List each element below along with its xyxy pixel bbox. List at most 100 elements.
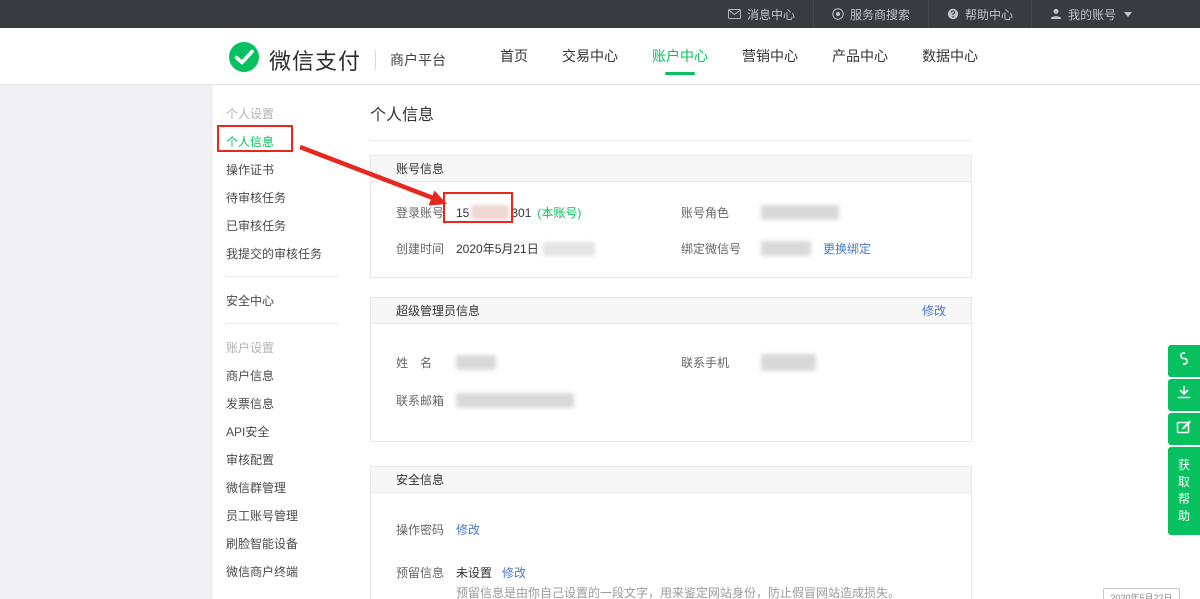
nav-home[interactable]: 首页: [500, 28, 528, 84]
topbar-item-label: 消息中心: [747, 6, 795, 23]
created-time-value: 2020年5月21日: [456, 240, 595, 257]
sidebar-item-staff-account-mgmt[interactable]: 员工账号管理: [226, 501, 345, 529]
account-info-panel: 账号信息 登录账号 15 301 (本账号) 账号角色: [370, 155, 972, 278]
panel-title: 安全信息: [396, 471, 444, 488]
sidebar-item-reviewed-tasks[interactable]: 已审核任务: [226, 211, 345, 239]
main-content: 个人信息 账号信息 登录账号 15 301 (本账号) 账号角色: [370, 85, 972, 599]
redacted-wechat-id: [761, 241, 811, 256]
utility-topbar: 消息中心 服务商搜索 帮助中心 我的账号: [0, 0, 1200, 28]
feedback-icon: [1175, 418, 1193, 441]
link-icon: [1175, 350, 1193, 373]
quick-link-button[interactable]: [1168, 345, 1200, 377]
login-account-row: 登录账号 15 301 (本账号) 账号角色: [396, 204, 946, 221]
topbar-item-label: 帮助中心: [965, 6, 1013, 23]
platform-name: 商户平台: [390, 50, 446, 70]
get-help-label: 获取帮助: [1178, 457, 1190, 525]
sidebar-item-security-center[interactable]: 安全中心: [226, 286, 345, 314]
chevron-down-icon: [1124, 12, 1132, 17]
contact-email-row: 联系邮箱: [396, 392, 946, 409]
panel-title: 账号信息: [396, 160, 444, 177]
nav-account-center[interactable]: 账户中心: [652, 28, 708, 84]
reserved-info-row: 预留信息 未设置 修改: [396, 564, 946, 581]
account-role-field: 账号角色: [681, 204, 839, 221]
search-circle-icon: [832, 8, 844, 20]
operation-password-row: 操作密码 修改: [396, 521, 946, 538]
sidebar-item-wechat-group-mgmt[interactable]: 微信群管理: [226, 473, 345, 501]
current-account-note: (本账号): [537, 204, 581, 221]
sidebar-item-invoice-info[interactable]: 发票信息: [226, 389, 345, 417]
feedback-button[interactable]: [1168, 413, 1200, 445]
login-prefix: 15: [456, 206, 469, 220]
redacted-created-suffix: [543, 242, 595, 256]
field-label: 预留信息: [396, 564, 456, 581]
change-password-link[interactable]: 修改: [456, 521, 480, 538]
admin-name-row: 姓 名 联系手机: [396, 354, 946, 371]
service-provider-search-link[interactable]: 服务商搜索: [813, 0, 928, 28]
field-label: 联系手机: [681, 354, 761, 371]
sidebar-item-pending-review-tasks[interactable]: 待审核任务: [226, 183, 345, 211]
left-gutter: [0, 85, 213, 599]
sidebar-item-face-smart-device[interactable]: 刷脸智能设备: [226, 529, 345, 557]
sidebar-divider: [226, 276, 338, 277]
brand: 微信支付 商户平台: [228, 41, 446, 78]
help-icon: [947, 8, 959, 20]
topbar-item-label: 服务商搜索: [850, 6, 910, 23]
brand-divider: [375, 50, 376, 70]
sidebar-item-review-config[interactable]: 审核配置: [226, 445, 345, 473]
account-info-panel-header: 账号信息: [371, 156, 971, 182]
redacted-login-middle: [471, 205, 509, 220]
wechat-pay-logo-icon: [228, 41, 260, 78]
field-label: 联系邮箱: [396, 392, 456, 409]
redacted-account-role: [761, 205, 839, 220]
message-center-link[interactable]: 消息中心: [710, 0, 813, 28]
partial-date-tooltip: 2020年5月22日: [1103, 588, 1180, 599]
redacted-contact-phone: [761, 354, 816, 371]
nav-transaction-center[interactable]: 交易中心: [562, 28, 618, 84]
mail-icon: [728, 9, 741, 19]
get-help-button[interactable]: 获取帮助: [1168, 447, 1200, 535]
download-button[interactable]: [1168, 379, 1200, 411]
sidebar-item-merchant-info[interactable]: 商户信息: [226, 361, 345, 389]
security-info-panel: 安全信息 操作密码 修改 预留信息 未设置 修改 预留信息是由你自己设置的一段文…: [370, 466, 972, 599]
edit-admin-link[interactable]: 修改: [922, 302, 946, 319]
created-time-row: 创建时间 2020年5月21日 绑定微信号 更换绑定: [396, 240, 946, 257]
topbar-item-label: 我的账号: [1068, 6, 1116, 23]
user-icon: [1050, 8, 1062, 20]
contact-phone-field: 联系手机: [681, 354, 816, 371]
my-account-menu[interactable]: 我的账号: [1031, 0, 1150, 28]
sidebar-item-personal-info[interactable]: 个人信息: [226, 127, 345, 155]
field-label: 账号角色: [681, 204, 761, 221]
help-center-link[interactable]: 帮助中心: [928, 0, 1031, 28]
page-title: 个人信息: [370, 85, 972, 125]
change-binding-link[interactable]: 更换绑定: [823, 240, 871, 257]
security-info-panel-header: 安全信息: [371, 467, 971, 493]
field-label: 登录账号: [396, 204, 456, 221]
redacted-admin-name: [456, 355, 496, 370]
sidebar-item-wechat-merchant-terminal[interactable]: 微信商户终端: [226, 557, 345, 585]
sidebar-divider: [226, 323, 338, 324]
title-divider: [370, 140, 972, 141]
nav-data-center[interactable]: 数据中心: [922, 28, 978, 84]
floating-help-widget: 获取帮助: [1168, 345, 1200, 535]
download-icon: [1175, 384, 1193, 407]
nav-product-center[interactable]: 产品中心: [832, 28, 888, 84]
field-label: 绑定微信号: [681, 240, 761, 257]
sidebar: 个人设置 个人信息 操作证书 待审核任务 已审核任务 我提交的审核任务 安全中心…: [213, 85, 345, 599]
reserved-info-status: 未设置: [456, 564, 492, 581]
super-admin-panel: 超级管理员信息 修改 姓 名 联系手机 联系邮箱: [370, 297, 972, 442]
main-nav: 首页 交易中心 账户中心 营销中心 产品中心 数据中心: [500, 28, 978, 84]
login-suffix: 301: [511, 206, 531, 220]
redacted-contact-email: [456, 393, 574, 408]
sidebar-item-api-security[interactable]: API安全: [226, 417, 345, 445]
field-label: 创建时间: [396, 240, 456, 257]
sidebar-group-personal-settings: 个人设置: [226, 99, 345, 127]
sidebar-group-account-settings: 账户设置: [226, 333, 345, 361]
nav-marketing-center[interactable]: 营销中心: [742, 28, 798, 84]
sidebar-item-operation-certificate[interactable]: 操作证书: [226, 155, 345, 183]
edit-reserved-info-link[interactable]: 修改: [502, 564, 526, 581]
description-line: 预留信息是由你自己设置的一段文字，用来鉴定网站身份，防止假冒网站造成损失。: [456, 585, 946, 599]
bound-wechat-field: 绑定微信号 更换绑定: [681, 240, 871, 257]
sidebar-item-my-submitted-tasks[interactable]: 我提交的审核任务: [226, 239, 345, 267]
panel-title: 超级管理员信息: [396, 302, 480, 319]
super-admin-panel-header: 超级管理员信息 修改: [371, 298, 971, 324]
